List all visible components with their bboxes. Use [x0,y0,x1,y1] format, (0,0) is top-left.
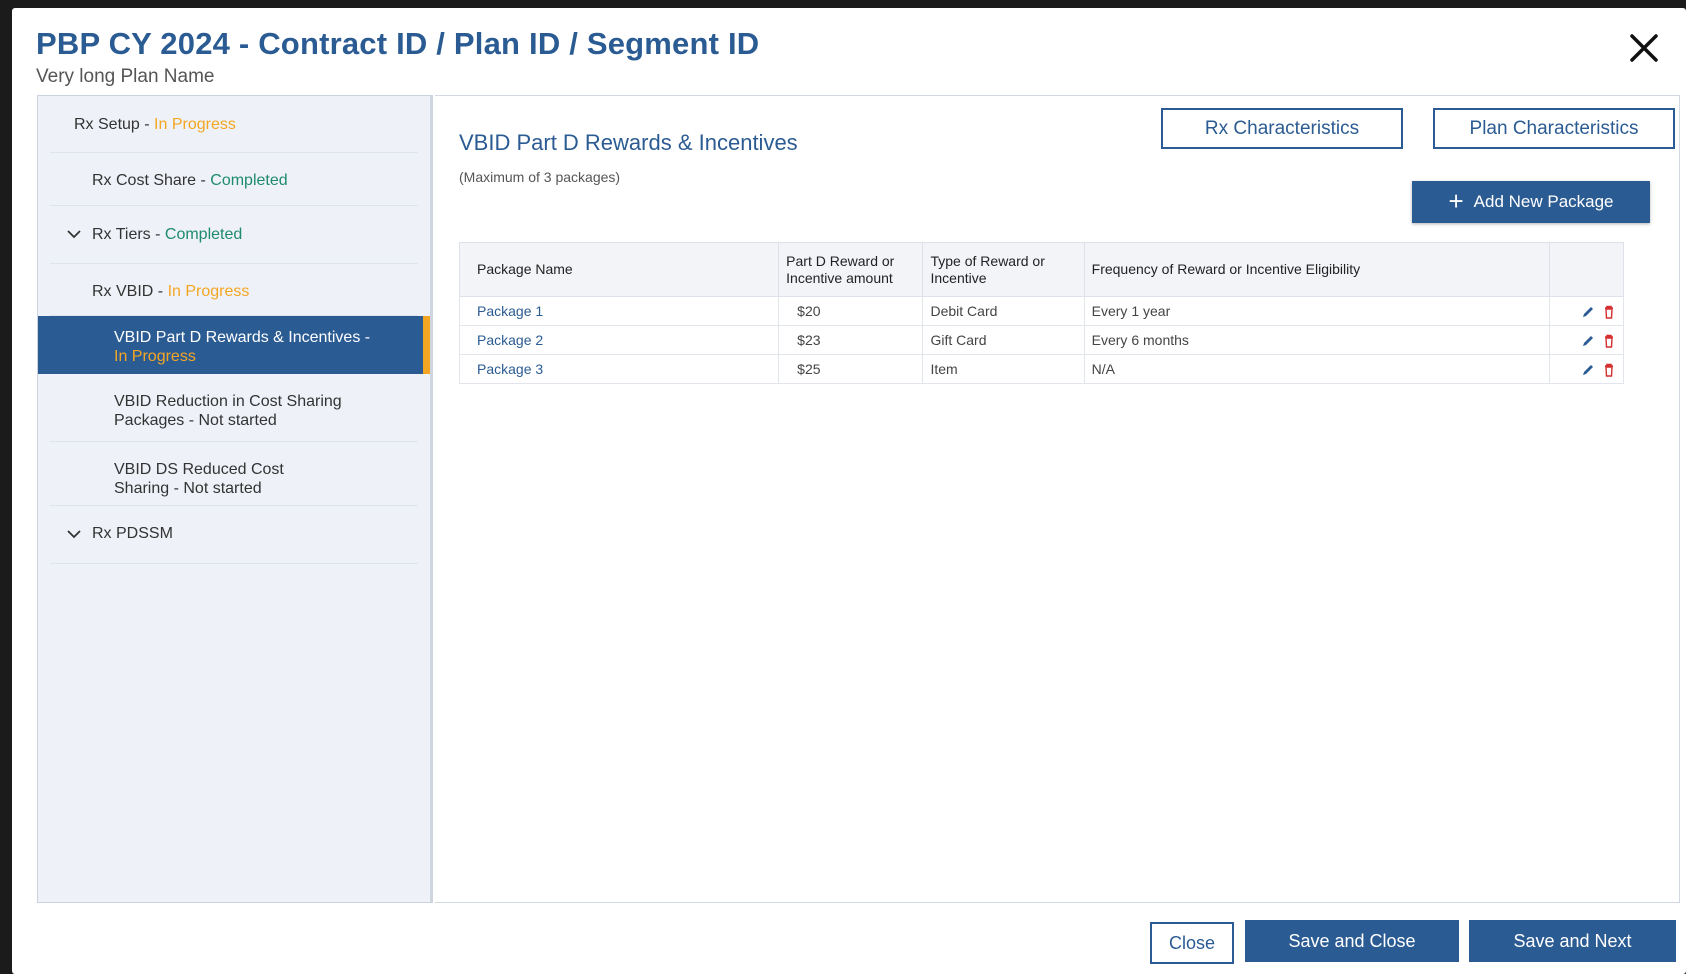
sidebar-item-label: Rx Setup - [74,116,155,133]
section-note: (Maximum of 3 packages) [459,169,621,185]
add-new-package-button[interactable]: + Add New Package [1412,181,1650,223]
sidebar-item-rx-cost-share[interactable]: Rx Cost Share - Completed [50,153,418,206]
column-header-package-name: Package Name [458,242,780,297]
sidebar-item-label: VBID DS Reduced Cost Sharing - Not start… [114,461,284,497]
frequency-cell: Every 6 months [1083,325,1551,355]
rx-characteristics-button[interactable]: Rx Characteristics [1161,108,1403,149]
edit-icon[interactable] [1581,363,1595,377]
edit-icon[interactable] [1581,334,1595,348]
close-button[interactable]: Close [1150,922,1234,964]
sidebar-item-label: VBID Reduction in Cost Sharing Packages … [114,393,342,429]
status-text: Completed [210,172,288,189]
sidebar-nav: Rx Setup - In Progress Rx Cost Share - C… [37,95,433,903]
delete-icon[interactable] [1602,363,1616,377]
save-and-close-button[interactable]: Save and Close [1245,920,1459,962]
delete-icon[interactable] [1602,334,1616,348]
sidebar-item-vbid-ds-reduced-cost-sharing[interactable]: VBID DS Reduced Cost Sharing - Not start… [50,442,418,506]
table-row: Package 3 $25 Item N/A [458,354,1624,384]
sidebar-item-label: Rx PDSSM [92,525,173,542]
plus-icon: + [1448,185,1464,216]
sidebar-item-rx-pdssm[interactable]: Rx PDSSM [50,506,418,564]
sidebar-item-vbid-part-d-rewards[interactable]: VBID Part D Rewards & Incentives - In Pr… [38,316,430,374]
package-link[interactable]: Package 2 [477,332,543,348]
status-text: In Progress [167,283,250,300]
sidebar-item-rx-setup[interactable]: Rx Setup - In Progress [50,96,418,153]
sidebar-item-rx-vbid[interactable]: Rx VBID - In Progress [50,264,418,316]
add-new-package-label: Add New Package [1473,192,1614,211]
frequency-cell: N/A [1083,354,1551,384]
column-header-actions [1549,242,1624,297]
amount-cell: $20 [778,296,924,326]
package-link[interactable]: Package 1 [477,303,543,319]
edit-icon[interactable] [1581,305,1595,319]
delete-icon[interactable] [1602,305,1616,319]
type-cell: Item [922,354,1085,384]
amount-cell: $25 [778,354,924,384]
column-header-type: Type of Reward or Incentive [922,242,1085,297]
close-icon[interactable] [1624,28,1664,68]
chevron-down-icon[interactable] [66,528,82,540]
column-header-amount: Part D Reward or Incentive amount [778,242,924,297]
packages-table: Package Name Part D Reward or Incentive … [458,242,1624,384]
sidebar-item-label: VBID Part D Rewards & Incentives - [114,329,371,346]
save-and-next-button[interactable]: Save and Next [1469,920,1676,962]
sidebar-item-label: Rx VBID - [92,283,168,300]
table-header-row: Package Name Part D Reward or Incentive … [458,242,1624,297]
amount-cell: $23 [778,325,924,355]
plan-name: Very long Plan Name [36,66,215,87]
status-text: In Progress [154,116,236,133]
sidebar-item-label: Rx Tiers - [92,226,165,243]
page-title: PBP CY 2024 - Contract ID / Plan ID / Se… [36,26,760,61]
sidebar-item-rx-tiers[interactable]: Rx Tiers - Completed [50,206,418,264]
main-content: VBID Part D Rewards & Incentives (Maximu… [435,95,1680,903]
type-cell: Debit Card [922,296,1085,326]
chevron-down-icon[interactable] [66,228,82,240]
frequency-cell: Every 1 year [1083,296,1551,326]
column-header-frequency: Frequency of Reward or Incentive Eligibi… [1083,242,1551,297]
modal-dialog: PBP CY 2024 - Contract ID / Plan ID / Se… [12,8,1686,974]
type-cell: Gift Card [922,325,1085,355]
modal-header: PBP CY 2024 - Contract ID / Plan ID / Se… [36,26,759,88]
section-title: VBID Part D Rewards & Incentives [459,130,798,155]
plan-characteristics-button[interactable]: Plan Characteristics [1433,108,1675,149]
status-text: Completed [164,226,243,243]
table-row: Package 1 $20 Debit Card Every 1 year [458,296,1624,326]
table-row: Package 2 $23 Gift Card Every 6 months [458,325,1624,355]
status-text: In Progress [114,348,196,365]
sidebar-item-label: Rx Cost Share - [92,172,211,189]
sidebar-item-vbid-reduction-cost-sharing[interactable]: VBID Reduction in Cost Sharing Packages … [50,374,418,442]
package-link[interactable]: Package 3 [477,361,543,377]
